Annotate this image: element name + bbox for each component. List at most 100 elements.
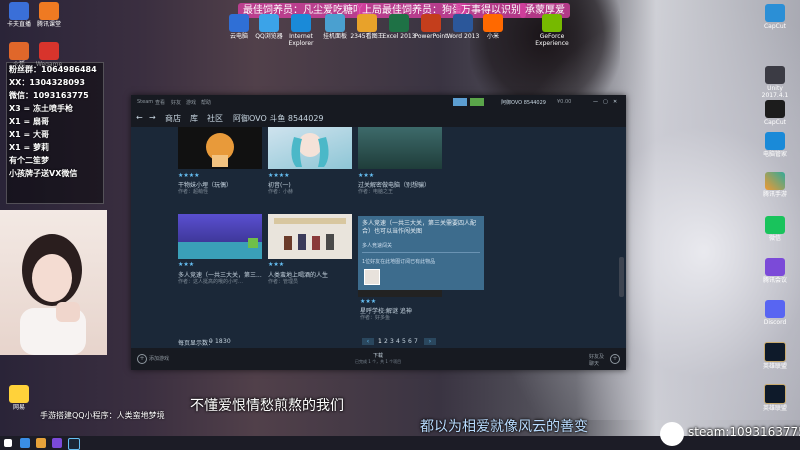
nav-library[interactable]: 库 [190,113,198,124]
page-3[interactable]: 3 [390,338,394,345]
desktop-icon-right-9[interactable]: 英雄联盟 [758,342,792,370]
next-page-icon[interactable]: › [424,338,436,345]
start-icon[interactable] [4,439,12,447]
taskbar-app-icon[interactable] [36,438,46,448]
item-rating: ★★★★ [178,172,200,179]
per-page-9[interactable]: 9 [209,338,213,345]
windows-taskbar [0,422,800,450]
desktop-icon-left-1[interactable]: 卡夫直播 [2,2,36,28]
desktop-icon-right-3[interactable]: CapCut [758,100,792,126]
scrollbar-thumb[interactable] [619,257,624,297]
desktop-icon-qqbrowser[interactable]: QQ浏览器 [252,14,286,40]
per-page-30[interactable]: 30 [223,338,231,345]
item-author[interactable]: 作者：超萌怪 [178,188,208,195]
item-rating: ★★★ [358,172,375,179]
desktop-icon-word[interactable]: Word 2013 [446,14,480,40]
overlay-line: 粉丝群：1064986484 [9,65,97,74]
maximize-icon[interactable]: ▢ [603,99,608,105]
item-author[interactable]: 作者：电脑之王 [358,188,393,195]
item-thumbnail[interactable] [178,127,262,169]
desktop-icon-geforce[interactable]: GeForce Experience [535,14,569,47]
item-rating: ★★★ [178,261,195,268]
desktop-icon-2345[interactable]: 2345看图王 [350,14,384,40]
desktop-icon-right-4[interactable]: 电脑管家 [758,132,792,158]
miku-figure [291,133,329,167]
downloads-status: 已完成 1 个，共 1 个项目 [355,359,402,364]
friends-icon[interactable] [470,98,484,106]
desktop-icon-right-5[interactable]: 腾讯手游 [758,172,792,198]
menu-games[interactable]: 游戏 [186,99,196,106]
menu-help[interactable]: 帮助 [201,99,211,106]
notification-icon[interactable] [453,98,467,106]
item-author[interactable]: 作者：小赫 [268,188,293,195]
prev-page-icon[interactable]: ‹ [362,338,374,345]
overlay-line: X3 = 冻土喷手枪 [9,104,74,113]
lyric-subtitle-left: 不懂爱恨情愁煎熬的我们 [190,398,344,414]
item-thumbnail[interactable] [268,214,352,259]
tooltip-note: 1位好友在此地图订阅已有此物品 [362,259,436,265]
overlay-line: X1 = 扇哥 [9,117,50,126]
menu-friends[interactable]: 好友 [171,99,181,106]
item-thumbnail[interactable] [358,127,442,169]
desktop-icon-right-8[interactable]: Discord [758,300,792,326]
item-thumbnail[interactable] [178,214,262,259]
add-game-icon[interactable]: + [137,354,147,364]
desktop-icon-excel[interactable]: Excel 2013 [382,14,416,40]
downloads-title[interactable]: 下载 [373,352,383,359]
nav-store[interactable]: 商店 [165,113,181,124]
overlay-line: 有个二笙梦 [9,156,49,165]
item-thumbnail[interactable] [268,127,352,169]
item-author[interactable]: 作者：管理员 [268,278,298,285]
taskbar-app-icon[interactable] [68,438,80,450]
page-5[interactable]: 5 [402,338,406,345]
forward-arrow-icon[interactable]: → [149,113,156,122]
party-scene [274,218,346,250]
nav-profile[interactable]: 阿御OVO 斗鱼 8544029 [233,113,324,124]
overlay-line: 微信：1093163775 [9,91,89,100]
item-rating: ★★★ [268,261,285,268]
page-1[interactable]: 1 [378,338,382,345]
page-7[interactable]: 7 [414,338,418,345]
page-2[interactable]: 2 [384,338,388,345]
desktop-icon-mi[interactable]: 小米 [476,14,510,40]
overlay-line: XX：1304328093 [9,78,85,87]
per-page-18[interactable]: 18 [215,338,223,345]
nav-community[interactable]: 社区 [207,113,223,124]
page-4[interactable]: 4 [396,338,400,345]
taskbar-app-icon[interactable] [20,438,30,448]
overlay-line: X1 = 大哥 [9,130,50,139]
page-6[interactable]: 6 [408,338,412,345]
menu-view[interactable]: 查看 [155,99,165,106]
close-icon[interactable]: ✕ [613,99,617,105]
desktop-icon-ie[interactable]: Internet Explorer [284,14,318,47]
tooltip-divider [362,252,480,253]
taskbar-app-icon[interactable] [52,438,62,448]
minimize-icon[interactable]: — [593,99,598,105]
item-author[interactable]: 作者：这人挺高的哦的小可… [178,278,243,285]
friends-chat-icon[interactable]: + [610,354,620,364]
desktop-icon-right-2[interactable]: Unity 2017.4.1 [758,66,792,99]
steam-titlebar[interactable]: Steam 查看 好友 游戏 帮助 阿御OVO 8544029 ¥0.00 — … [131,95,626,110]
item-tooltip: 多人竞速（一共三大关，第三关需要四人配合）也可以当作闯关图 多人竞速闯关 1位好… [358,216,484,290]
lyric-subtitle-right: 都以为相爱就像风云的善变 [420,419,588,435]
steam-navbar: ← → 商店 库 社区 阿御OVO 斗鱼 8544029 [131,110,626,127]
content-scrollbar[interactable] [619,127,624,348]
desktop-icon-powerpoint[interactable]: PowerPoint [414,14,448,40]
desktop-icon-right-10[interactable]: 英雄联盟 [758,384,792,412]
menu-steam[interactable]: Steam [137,99,153,105]
back-arrow-icon[interactable]: ← [136,113,143,122]
desktop-icon-left-5[interactable]: 网易 [2,385,36,411]
desktop-icon-right-1[interactable]: CapCut [758,4,792,30]
item-rating: ★★★ [360,298,377,305]
item-rating: ★★★★ [268,172,290,179]
desktop-icon-right-7[interactable]: 腾讯会议 [758,258,792,284]
desktop-icon-right-6[interactable]: 微信 [758,216,792,242]
desktop-icon-cloud[interactable]: 云电脑 [222,14,256,40]
tooltip-title: 多人竞速（一共三大关，第三关需要四人配合）也可以当作闯关图 [362,220,477,235]
desktop-icon-left-2[interactable]: 腾讯课堂 [32,2,66,28]
item-author[interactable]: 作者：好多鱼 [360,314,390,321]
account-name[interactable]: 阿御OVO 8544029 [501,99,546,106]
race-scene [178,238,262,259]
desktop-icon-panel[interactable]: 挂机面板 [318,14,352,40]
add-game-button[interactable]: 添加游戏 [149,355,169,362]
